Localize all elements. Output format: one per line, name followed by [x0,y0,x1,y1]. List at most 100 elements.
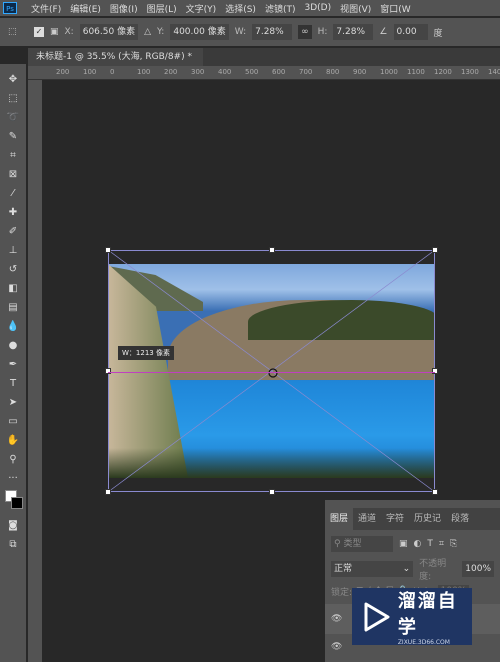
vertical-ruler [28,80,42,662]
menu-view[interactable]: 视图(V) [340,2,371,15]
delta-icon[interactable]: △ [144,27,151,37]
blend-mode-value: 正常 [334,564,353,574]
transform-bounding-box[interactable] [105,247,438,495]
horizontal-ruler: 200 100 0 100 200 300 400 500 600 700 800 900 1000 11… [28,66,500,80]
h-input[interactable]: 7.28% [333,24,374,40]
blur-tool-icon[interactable]: 💧 [4,317,22,336]
ruler-tick-label: 1100 [407,68,425,76]
move-tool-icon[interactable]: ✥ [4,70,22,89]
menu-filter[interactable]: 滤镜(T) [265,2,296,15]
transform-handle[interactable] [432,247,438,253]
ruler-tick-label: 100 [137,68,151,76]
y-label: Y: [157,27,165,37]
tab-character[interactable]: 字符 [381,508,409,530]
link-icon[interactable]: ∞ [298,25,312,39]
watermark-play-logo-icon [364,602,390,631]
transform-handle[interactable] [432,368,438,374]
eyedropper-tool-icon[interactable]: ⁄ [4,184,22,203]
reference-point-icon[interactable]: ▣ [50,27,59,37]
healing-tool-icon[interactable]: ✚ [4,203,22,222]
menu-type[interactable]: 文字(Y) [186,2,217,15]
menu-3d[interactable]: 3D(D) [304,3,331,13]
visibility-eye-icon[interactable]: 👁 [331,642,342,652]
filter-placeholder: 类型 [343,539,362,549]
menu-file[interactable]: 文件(F) [31,2,61,15]
dodge-tool-icon[interactable]: ● [4,336,22,355]
dimension-tooltip: W：1213 像素 [118,346,174,360]
watermark: 溜溜自学 ZIXUE.3D66.COM [352,588,472,646]
visibility-eye-icon[interactable]: 👁 [331,614,342,624]
transform-handle[interactable] [105,489,111,495]
menu-select[interactable]: 选择(S) [225,2,256,15]
y-input[interactable]: 400.00 像素 [170,24,229,40]
menu-window[interactable]: 窗口(W [380,2,410,15]
tab-history[interactable]: 历史记 [409,508,446,530]
gradient-tool-icon[interactable]: ▤ [4,298,22,317]
document-title: 未标题-1 @ 35.5% (大海, RGB/8#) * [36,52,192,62]
quick-select-tool-icon[interactable]: ✎ [4,127,22,146]
filter-pixel-icon[interactable]: ▣ [399,539,408,549]
blend-mode-select[interactable]: 正常 ⌄ [331,561,414,577]
transform-handle[interactable] [432,489,438,495]
ruler-tick-label: 1200 [434,68,452,76]
tab-channels[interactable]: 通道 [353,508,381,530]
eraser-tool-icon[interactable]: ◧ [4,279,22,298]
angle-input[interactable]: 0.00 [393,24,428,40]
type-tool-icon[interactable]: T [4,374,22,393]
tab-paragraph[interactable]: 段落 [446,508,474,530]
ruler-tick-label: 500 [245,68,259,76]
lock-label: 锁定: [331,587,353,598]
x-label: X: [64,27,74,37]
transform-handle[interactable] [105,368,111,374]
angle-unit: 度 [433,28,443,39]
ruler-tick-label: 700 [299,68,313,76]
menu-bar: Ps 文件(F) 编辑(E) 图像(I) 图层(L) 文字(Y) 选择(S) 滤… [0,0,500,16]
path-select-tool-icon[interactable]: ➤ [4,393,22,412]
reference-checkbox[interactable]: ✓ [34,27,44,37]
guide-line [108,372,435,373]
opacity-input[interactable]: 100% [462,561,494,577]
transform-handle[interactable] [269,247,275,253]
more-tools-icon[interactable]: ··· [4,469,22,488]
transform-icon: ⬚ [8,27,17,37]
h-label: H: [317,27,328,37]
ruler-tick-label: 200 [164,68,178,76]
history-brush-tool-icon[interactable]: ↺ [4,260,22,279]
lasso-tool-icon[interactable]: ➰ [4,108,22,127]
stamp-tool-icon[interactable]: ⊥ [4,241,22,260]
menu-edit[interactable]: 编辑(E) [70,2,101,15]
hand-tool-icon[interactable]: ✋ [4,431,22,450]
transform-handle[interactable] [105,247,111,253]
shape-tool-icon[interactable]: ▭ [4,412,22,431]
pen-tool-icon[interactable]: ✒ [4,355,22,374]
photoshop-logo: Ps [3,2,17,14]
zoom-tool-icon[interactable]: ⚲ [4,450,22,469]
chevron-down-icon: ⌄ [402,564,411,574]
color-swatches-icon[interactable] [4,488,23,516]
opacity-label: 不透明度: [419,559,447,582]
quick-mask-icon[interactable]: ◙ [4,516,22,535]
x-input[interactable]: 606.50 像素 [79,24,139,40]
ruler-tick-label: 0 [110,68,115,76]
screen-mode-icon[interactable]: ⧉ [4,535,22,554]
filter-adjust-icon[interactable]: ◐ [414,539,422,549]
brush-tool-icon[interactable]: ✐ [4,222,22,241]
frame-tool-icon[interactable]: ⊠ [4,165,22,184]
w-input[interactable]: 7.28% [252,24,293,40]
ruler-tick-label: 200 [56,68,70,76]
crop-tool-icon[interactable]: ⌗ [4,146,22,165]
layer-filter-input[interactable]: ⚲ 类型 [331,536,393,552]
ruler-tick-label: 1000 [380,68,398,76]
tab-layers[interactable]: 图层 [325,508,354,530]
w-label: W: [234,27,247,37]
ruler-tick-label: 900 [353,68,367,76]
transform-handle[interactable] [269,489,275,495]
filter-shape-icon[interactable]: ⌗ [439,539,444,549]
filter-smart-icon[interactable]: ⎘ [450,539,457,549]
menu-image[interactable]: 图像(I) [110,2,138,15]
ruler-tick-label: 400 [218,68,232,76]
document-tab[interactable]: 未标题-1 @ 35.5% (大海, RGB/8#) * × [28,48,203,80]
menu-layer[interactable]: 图层(L) [147,2,177,15]
marquee-tool-icon[interactable]: ⬚ [4,89,22,108]
filter-type-icon[interactable]: T [427,539,433,549]
